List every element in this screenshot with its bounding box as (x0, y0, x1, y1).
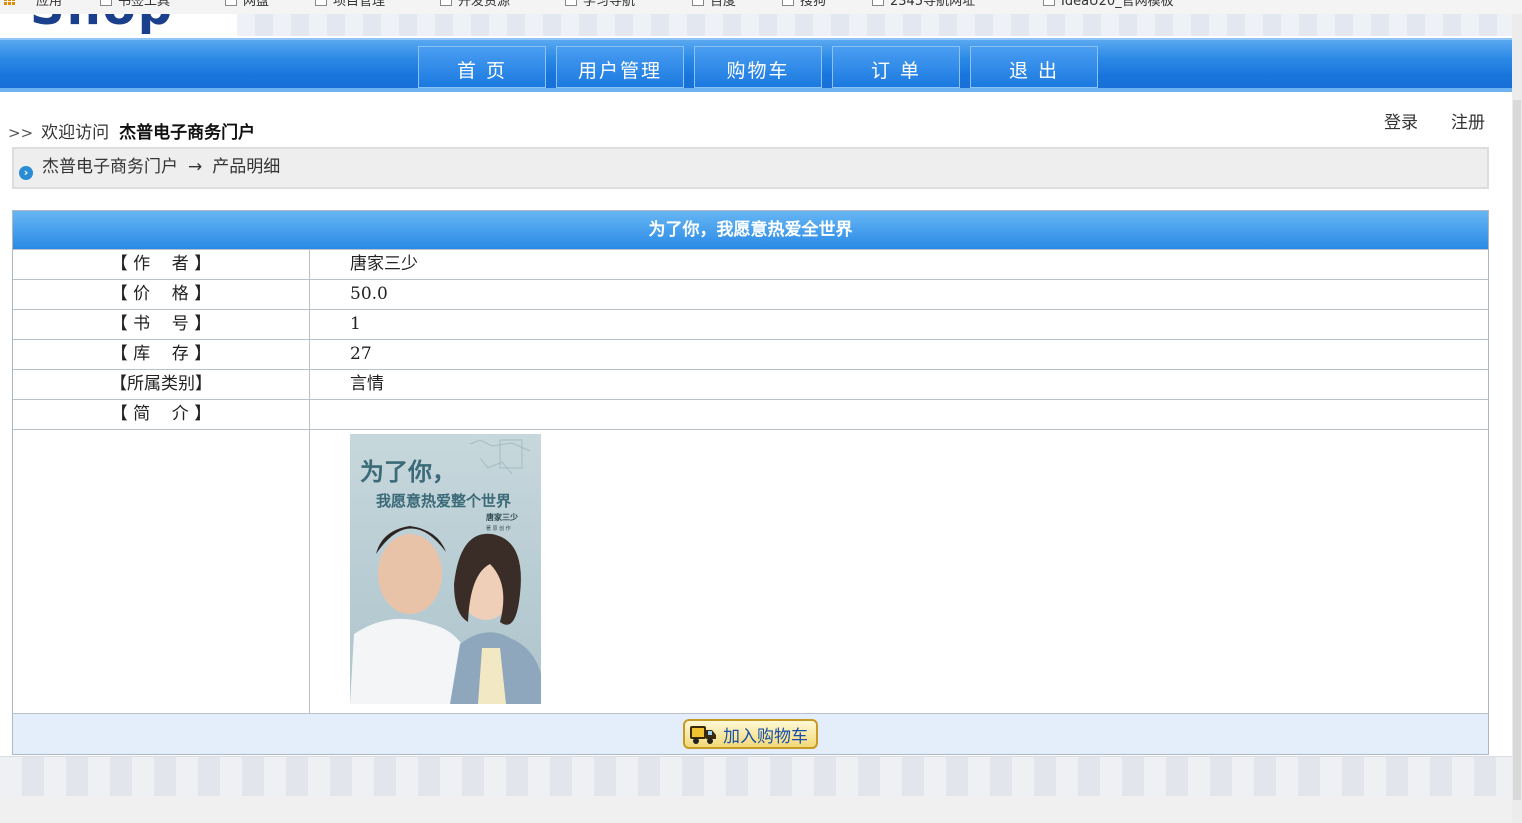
register-link[interactable]: 注册 (1451, 113, 1485, 133)
nav-user-management[interactable]: 用户管理 (556, 46, 684, 88)
cover-title-line1: 为了你， (360, 458, 456, 486)
welcome-prefix: 欢迎访问 (41, 123, 110, 143)
add-to-cart-button[interactable]: 加入购物车 (683, 719, 818, 749)
cover-cell: 为了你， 我愿意热爱整个世界 唐家三少 著 原 创 作 (310, 430, 1488, 713)
table-row: 【所属类别】 言情 (13, 369, 1488, 399)
author-value: 唐家三少 (350, 254, 418, 274)
table-row: 【 价 格 】 50.0 (13, 279, 1488, 309)
page-icon (225, 0, 237, 6)
field-label: 【 价 格 】 (13, 280, 310, 309)
bookmark-item[interactable]: IdeaU20_官网模板 (1043, 0, 1174, 9)
nav-cart[interactable]: 购物车 (694, 46, 822, 88)
breadcrumb: › 杰普电子商务门户 → 产品明细 (12, 147, 1489, 189)
page-icon (100, 0, 112, 6)
page-icon (692, 0, 704, 6)
welcome-message: >> 欢迎访问 杰普电子商务门户 (8, 118, 255, 143)
stock-value: 27 (350, 344, 372, 364)
nav-home[interactable]: 首 页 (418, 46, 546, 88)
page-icon (1043, 0, 1055, 6)
bookmark-item[interactable]: 百度 (692, 0, 736, 9)
scrollbar[interactable] (1512, 14, 1522, 823)
price-value: 50.0 (350, 284, 388, 304)
bookmark-item[interactable]: 书签工具 (100, 0, 170, 9)
table-row: 【 作 者 】 唐家三少 (13, 249, 1488, 279)
table-row: 【 库 存 】 27 (13, 339, 1488, 369)
bookmark-item[interactable]: 开发资源 (440, 0, 510, 9)
cover-author: 唐家三少 (486, 512, 518, 522)
book-cover-image: 为了你， 我愿意热爱整个世界 唐家三少 著 原 创 作 (350, 434, 541, 704)
footer-bottom (0, 796, 1512, 823)
product-title: 为了你，我愿意热爱全世界 (13, 211, 1488, 249)
field-label: 【 简 介 】 (13, 400, 310, 429)
logo-text: Shop (30, 14, 174, 36)
auth-links: 登录 注册 (1384, 108, 1518, 133)
field-label: 【 书 号 】 (13, 310, 310, 339)
page-icon (782, 0, 794, 6)
truck-icon (690, 726, 716, 744)
category-value: 言情 (350, 374, 384, 394)
footer-banner (0, 756, 1512, 797)
field-label: 【 库 存 】 (13, 340, 310, 369)
page-icon (565, 0, 577, 6)
nav-orders[interactable]: 订 单 (832, 46, 960, 88)
table-row: 为了你， 我愿意热爱整个世界 唐家三少 著 原 创 作 (13, 429, 1488, 713)
cover-title-line2: 我愿意热爱整个世界 (376, 492, 511, 510)
field-label: 【所属类别】 (13, 370, 310, 399)
page-icon (872, 0, 884, 6)
image-label-cell (13, 430, 310, 713)
breadcrumb-separator: → (188, 157, 203, 177)
bookmark-item[interactable]: 应用 (36, 0, 62, 9)
chevron-right-icon: › (19, 166, 33, 180)
main-nav: 首 页 用户管理 购物车 订 单 退 出 (0, 38, 1512, 92)
cover-author-sub: 著 原 创 作 (486, 525, 511, 532)
bookmark-item[interactable]: 2345导航网址 (872, 0, 975, 9)
bookmark-item[interactable]: 项目管理 (315, 0, 385, 9)
site-logo: Shop (0, 14, 237, 38)
page-icon (315, 0, 327, 6)
action-row: 加入购物车 (13, 713, 1488, 754)
product-detail-table: 为了你，我愿意热爱全世界 【 作 者 】 唐家三少 【 价 格 】 50.0 【… (12, 210, 1489, 755)
nav-logout[interactable]: 退 出 (970, 46, 1098, 88)
book-id-value: 1 (350, 314, 361, 334)
scrollbar-thumb[interactable] (1513, 100, 1521, 800)
table-row: 【 书 号 】 1 (13, 309, 1488, 339)
bookmark-bar: 应用 书签工具 网盘 项目管理 开发资源 学习导航 百度 搜狗 2345导航网址… (0, 0, 1522, 14)
page-icon (440, 0, 452, 6)
breadcrumb-home[interactable]: 杰普电子商务门户 (42, 157, 178, 177)
add-to-cart-label: 加入购物车 (723, 726, 808, 747)
site-name: 杰普电子商务门户 (119, 123, 256, 143)
apps-icon[interactable] (4, 0, 15, 5)
login-link[interactable]: 登录 (1384, 113, 1418, 133)
bookmark-item[interactable]: 搜狗 (782, 0, 826, 9)
description-value (310, 400, 1488, 429)
header-banner (237, 14, 1512, 36)
breadcrumb-current: 产品明细 (212, 157, 281, 177)
double-arrow-icon: >> (8, 124, 34, 142)
field-label: 【 作 者 】 (13, 250, 310, 279)
bookmark-item[interactable]: 网盘 (225, 0, 269, 9)
table-row: 【 简 介 】 (13, 399, 1488, 429)
bookmark-item[interactable]: 学习导航 (565, 0, 635, 9)
